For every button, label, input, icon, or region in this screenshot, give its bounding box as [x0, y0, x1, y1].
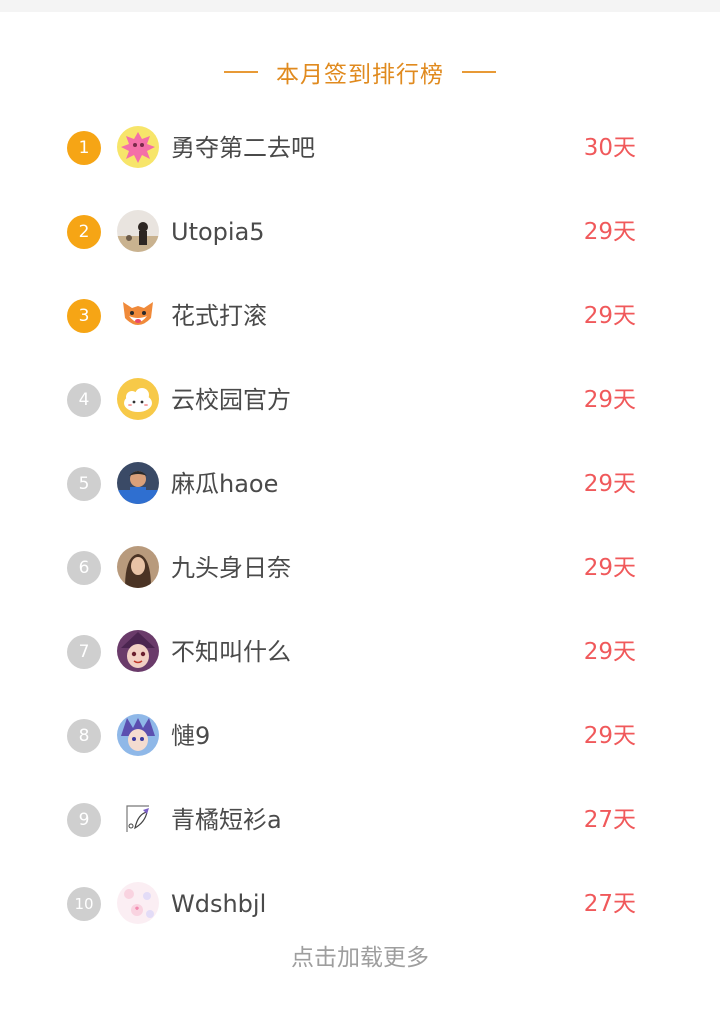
user-name[interactable]: 麻瓜haoe: [171, 465, 278, 503]
ranking-row[interactable]: 5 麻瓜haoe 29天: [0, 441, 720, 525]
checkin-days: 29天: [583, 639, 636, 665]
rank-badge: 4: [67, 383, 101, 417]
user-name[interactable]: 青橘短衫a: [171, 801, 282, 839]
checkin-days: 29天: [583, 471, 636, 497]
checkin-days: 27天: [583, 891, 636, 917]
person-photo-avatar[interactable]: [117, 546, 159, 588]
rank-badge: 6: [67, 551, 101, 585]
ranking-row[interactable]: 4 云校园官方 29天: [0, 357, 720, 441]
rank-badge: 5: [67, 467, 101, 501]
anime-boy-avatar[interactable]: [117, 714, 159, 756]
user-name[interactable]: Wdshbjl: [171, 885, 266, 923]
checkin-days: 29天: [583, 387, 636, 413]
user-name[interactable]: 九头身日奈: [171, 549, 291, 587]
checkin-days: 29天: [583, 555, 636, 581]
checkin-days: 30天: [583, 135, 636, 161]
top-divider-strip: [0, 0, 720, 12]
pink-splash-avatar[interactable]: [117, 126, 159, 168]
ranking-row[interactable]: 9 青橘短衫a 27天: [0, 777, 720, 861]
ranking-row[interactable]: 2 Utopia5 29天: [0, 189, 720, 273]
checkin-days: 27天: [583, 807, 636, 833]
page-title: 本月签到排行榜: [276, 62, 444, 88]
rank-badge: 8: [67, 719, 101, 753]
ranking-row[interactable]: 3 花式打滚 29天: [0, 273, 720, 357]
rank-badge: 2: [67, 215, 101, 249]
ranking-row[interactable]: 1 勇夺第二去吧 30天: [0, 105, 720, 189]
title-left-dash: [224, 71, 258, 73]
rank-badge: 10: [67, 887, 101, 921]
user-name[interactable]: 花式打滚: [171, 297, 267, 335]
ranking-row[interactable]: 7 不知叫什么 29天: [0, 609, 720, 693]
rank-badge: 9: [67, 803, 101, 837]
user-name[interactable]: 慩9: [171, 717, 210, 755]
checkin-days: 29天: [583, 219, 636, 245]
user-name[interactable]: 云校园官方: [171, 381, 291, 419]
pastel-pattern-avatar[interactable]: [117, 882, 159, 924]
rank-badge: 1: [67, 131, 101, 165]
cloud-mascot-avatar[interactable]: [117, 378, 159, 420]
user-name[interactable]: 不知叫什么: [171, 633, 291, 671]
anime-girl-avatar[interactable]: [117, 630, 159, 672]
sketch-avatar[interactable]: [117, 798, 159, 840]
person-photo-avatar[interactable]: [117, 462, 159, 504]
person-photo-avatar[interactable]: [117, 210, 159, 252]
fox-cartoon-avatar[interactable]: [117, 294, 159, 336]
ranking-row[interactable]: 8 慩9 29天: [0, 693, 720, 777]
ranking-row[interactable]: 10 Wdshbjl 27天: [0, 861, 720, 945]
checkin-days: 29天: [583, 723, 636, 749]
rank-badge: 3: [67, 299, 101, 333]
load-more-button[interactable]: 点击加载更多: [0, 938, 720, 978]
ranking-header: 本月签到排行榜: [0, 50, 720, 94]
checkin-days: 29天: [583, 303, 636, 329]
user-name[interactable]: 勇夺第二去吧: [171, 129, 315, 167]
user-name[interactable]: Utopia5: [171, 213, 265, 251]
title-right-dash: [462, 71, 496, 73]
rank-badge: 7: [67, 635, 101, 669]
ranking-row[interactable]: 6 九头身日奈 29天: [0, 525, 720, 609]
